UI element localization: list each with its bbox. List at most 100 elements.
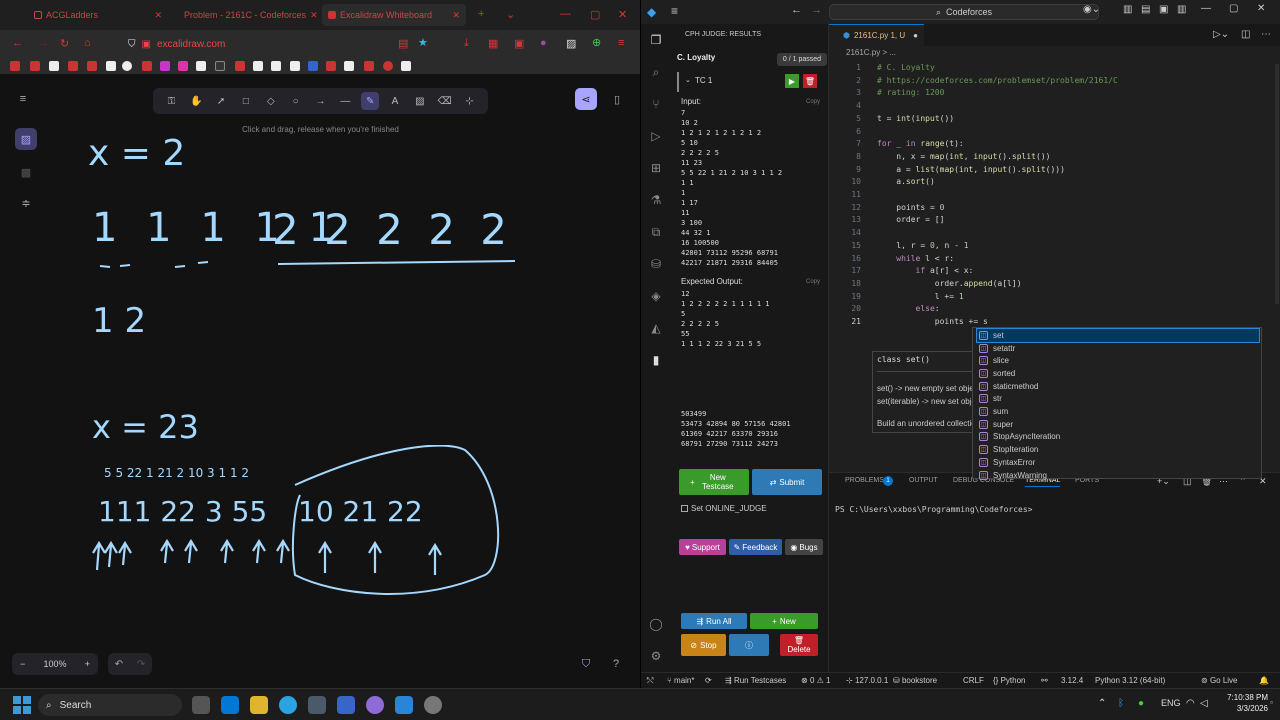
- suggestion-item[interactable]: ◫ SyntaxWarning: [977, 469, 1259, 482]
- testcase-header[interactable]: ⌄ TC 1 ▶ 🗑: [677, 72, 821, 92]
- layers-icon[interactable]: ◈: [648, 288, 664, 304]
- toggle-secondary-icon[interactable]: ▥: [1177, 4, 1186, 15]
- suggestion-item[interactable]: ◫ StopAsyncIteration: [977, 431, 1259, 444]
- tab-problems[interactable]: PROBLEMS: [845, 477, 884, 484]
- suggestion-item[interactable]: ◫ setattr: [977, 342, 1259, 355]
- bookmark-icon[interactable]: [196, 61, 206, 71]
- code-line[interactable]: order = []: [877, 215, 944, 224]
- stop-button[interactable]: ⊘ Stop: [681, 634, 726, 656]
- rectangle-tool-icon[interactable]: □: [237, 92, 255, 110]
- bookmark-icon[interactable]: [326, 61, 336, 71]
- bookmark-icon[interactable]: [253, 61, 263, 71]
- bookmark-icon[interactable]: [308, 61, 318, 71]
- suggestion-item[interactable]: ◫ set: [976, 328, 1260, 343]
- selection-tool-icon[interactable]: ➚: [212, 92, 230, 110]
- maximize-icon[interactable]: ▢: [590, 8, 600, 21]
- bookmark-icon[interactable]: [142, 61, 152, 71]
- online-judge-toggle[interactable]: Set ONLINE_JUDGE: [681, 504, 767, 513]
- suggestion-item[interactable]: ◫ slice: [977, 354, 1259, 367]
- code-line[interactable]: points = 0: [877, 203, 944, 212]
- library-icon[interactable]: ▯: [606, 88, 628, 110]
- bookmark-icon[interactable]: [30, 61, 40, 71]
- run-file-icon[interactable]: ▷⌄: [1213, 29, 1229, 40]
- close-tab-icon[interactable]: ✕: [154, 10, 162, 21]
- home-icon[interactable]: ⌂: [84, 37, 91, 49]
- forward-icon[interactable]: →: [38, 37, 49, 49]
- run-all-button[interactable]: ⇶ Run All: [681, 613, 747, 629]
- clock[interactable]: 7:10:38 PM 3/3/2026: [1214, 692, 1268, 714]
- code-line[interactable]: l, r = 0, n - 1: [877, 241, 968, 250]
- discord-icon[interactable]: [366, 696, 384, 714]
- delete-button[interactable]: 🗑 Delete: [780, 634, 818, 656]
- code-line[interactable]: a = list(map(int, input().split())): [877, 165, 1065, 174]
- bookmark-icon[interactable]: [106, 61, 116, 71]
- main-menu-icon[interactable]: ≡: [12, 88, 34, 110]
- bookmark-icon[interactable]: [10, 61, 20, 71]
- bookmark-icon[interactable]: [122, 61, 132, 71]
- bugs-button[interactable]: ◉ Bugs: [785, 539, 823, 555]
- code-line[interactable]: # rating: 1200: [877, 88, 944, 97]
- extension-icon[interactable]: ▦: [488, 37, 498, 50]
- suggestion-item[interactable]: ◫ sorted: [977, 367, 1259, 380]
- remote-explorer-icon[interactable]: ⧉: [648, 224, 664, 240]
- minimize-icon[interactable]: —: [1201, 3, 1211, 14]
- hand-tool-icon[interactable]: ✋: [187, 92, 205, 110]
- explorer-icon[interactable]: ❐: [648, 32, 664, 48]
- store-icon[interactable]: [221, 696, 239, 714]
- host-indicator[interactable]: ⊹ 127.0.0.1: [846, 676, 888, 685]
- code-line[interactable]: l += 1: [877, 292, 964, 301]
- undo-icon[interactable]: ↶: [115, 659, 123, 670]
- line-tool-icon[interactable]: —: [336, 92, 354, 110]
- toggle-panel-icon[interactable]: ▣: [1159, 4, 1168, 15]
- extension-icon[interactable]: ▣: [514, 37, 524, 50]
- run-debug-icon[interactable]: ▷: [648, 128, 664, 144]
- delete-testcase-icon[interactable]: 🗑: [803, 74, 817, 88]
- bookstore-indicator[interactable]: ⛁ bookstore: [893, 676, 937, 685]
- new-tab-icon[interactable]: +: [478, 8, 484, 20]
- run-testcases-button[interactable]: ⇶ Run Testcases: [725, 676, 786, 685]
- bookmark-icon[interactable]: [344, 61, 354, 71]
- chart-icon[interactable]: ▮: [648, 352, 664, 368]
- extension-icon[interactable]: ▨: [566, 37, 576, 50]
- suggestion-item[interactable]: ◫ sum: [977, 405, 1259, 418]
- remote-icon[interactable]: ⤲: [647, 676, 653, 686]
- suggestion-item[interactable]: ◫ StopIteration: [977, 443, 1259, 456]
- code-line[interactable]: n, x = map(int, input().split()): [877, 152, 1050, 161]
- taskbar-search[interactable]: ⌕ Search: [38, 694, 182, 716]
- copy-input-button[interactable]: Copy: [806, 99, 820, 105]
- suggestion-item[interactable]: ◫ staticmethod: [977, 380, 1259, 393]
- zoom-in-icon[interactable]: +: [85, 659, 90, 669]
- layout-icon[interactable]: ▥: [1123, 4, 1132, 15]
- editor-tab-2161c[interactable]: ⬢ 2161C.py 1, U ●: [829, 24, 924, 46]
- bookmark-icon[interactable]: [235, 61, 245, 71]
- show-hidden-icons[interactable]: ⌃: [1098, 698, 1106, 709]
- code-line[interactable]: if a[r] < x:: [877, 266, 974, 275]
- notification-center-icon[interactable]: ▫: [1270, 698, 1273, 707]
- start-windows-icon[interactable]: [13, 696, 31, 714]
- settings-gear-icon[interactable]: ⚙: [648, 648, 664, 664]
- terminal-prompt[interactable]: PS C:\Users\xxbos\Programming\Codeforces…: [835, 505, 1032, 514]
- bluetooth-icon[interactable]: ᛒ: [1118, 698, 1124, 709]
- interpreter-indicator[interactable]: Python 3.12 (64-bit): [1095, 676, 1165, 685]
- eraser-tool-icon[interactable]: ⌫: [436, 92, 454, 110]
- bookmark-icon[interactable]: [87, 61, 97, 71]
- bookmark-icon[interactable]: [160, 61, 170, 71]
- text-tool-icon[interactable]: A: [386, 92, 404, 110]
- new-testcase-button[interactable]: + New Testcase: [679, 469, 749, 495]
- browser-tab-excalidraw[interactable]: Excalidraw Whiteboard ✕: [322, 4, 466, 26]
- bookmark-icon[interactable]: [49, 61, 59, 71]
- diamond-tool-icon[interactable]: ◇: [262, 92, 280, 110]
- bookmark-icon[interactable]: [383, 61, 393, 71]
- lock-tool-icon[interactable]: ⚿: [162, 92, 180, 110]
- editor-scrollbar[interactable]: [1275, 64, 1279, 304]
- settings-icon[interactable]: [308, 696, 326, 714]
- volume-icon[interactable]: ◁: [1200, 698, 1208, 709]
- split-editor-icon[interactable]: ◫: [1241, 29, 1250, 40]
- excalidraw-canvas[interactable]: ≡ ⚿ ✋ ➚ □ ◇ ○ → — ✎ A ▨ ⌫ ⊹ ⋖ ▯ Click an…: [0, 75, 640, 688]
- device-icon[interactable]: ●: [1138, 698, 1144, 709]
- install-app-icon[interactable]: ▤: [398, 37, 408, 50]
- maximize-icon[interactable]: ▢: [1229, 3, 1238, 14]
- code-line[interactable]: # C. Loyalty: [877, 63, 935, 72]
- close-tab-icon[interactable]: ✕: [310, 10, 318, 21]
- zoom-out-icon[interactable]: −: [20, 659, 25, 669]
